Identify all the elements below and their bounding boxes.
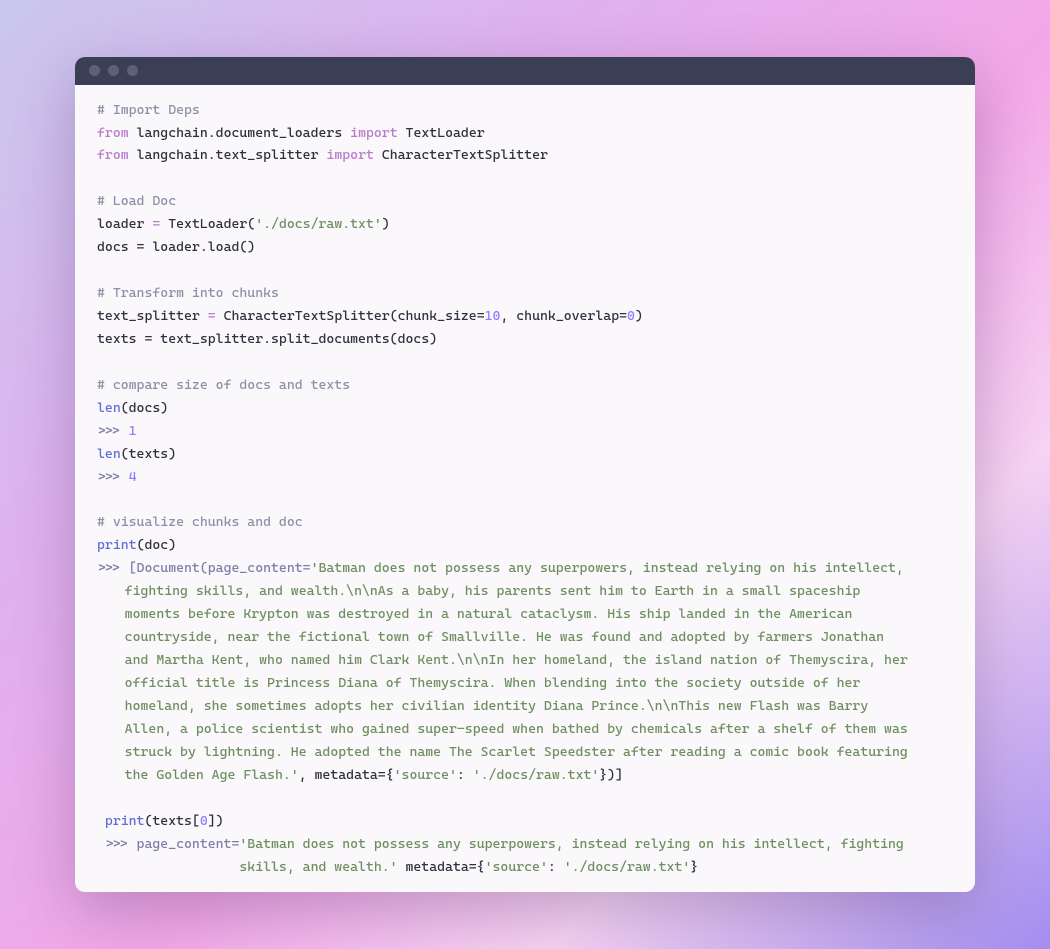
- output-string: Allen, a police scientist who gained sup…: [97, 718, 953, 741]
- number-literal: 10: [485, 308, 501, 324]
- window-dot-icon: [108, 65, 119, 76]
- repl-prompt: >>>: [97, 423, 129, 439]
- comment: # Import Deps: [97, 102, 200, 118]
- output-string: official title is Princess Diana of Them…: [97, 672, 953, 695]
- code-text: (docs): [121, 400, 168, 416]
- output-string: countryside, near the fictional town of …: [97, 626, 953, 649]
- code-text: text_splitter: [97, 308, 208, 324]
- output-string: and Martha Kent, who named him Clark Ken…: [97, 649, 953, 672]
- output-text: :: [457, 767, 473, 783]
- output-string: 'Batman does not possess any superpowers…: [311, 560, 912, 576]
- code-block: # Import Deps from langchain.document_lo…: [75, 85, 975, 893]
- repl-prompt: >>> [Document(page_content=: [97, 560, 311, 576]
- operator: =: [208, 308, 216, 324]
- identifier: CharacterTextSplitter: [382, 147, 548, 163]
- output-string: homeland, she sometimes adopts her civil…: [97, 695, 953, 718]
- output-text: metadata={: [398, 859, 485, 875]
- code-text: ): [635, 308, 643, 324]
- output-text: }: [690, 859, 698, 875]
- comment: # Load Doc: [97, 193, 176, 209]
- window-dot-icon: [127, 65, 138, 76]
- number-literal: 0: [200, 813, 208, 829]
- output-string: skills, and wealth.': [239, 859, 397, 875]
- window-dot-icon: [89, 65, 100, 76]
- code-text: texts = text_splitter.split_documents(do…: [97, 331, 437, 347]
- code-text: (texts): [121, 446, 176, 462]
- code-text: TextLoader(: [160, 216, 255, 232]
- code-text: docs = loader.load(): [97, 239, 255, 255]
- output-number: 1: [129, 423, 137, 439]
- comment: # compare size of docs and texts: [97, 377, 350, 393]
- module-path: langchain.text_splitter: [137, 147, 319, 163]
- number-literal: 0: [627, 308, 635, 324]
- identifier: TextLoader: [406, 125, 485, 141]
- output-string: the Golden Age Flash.': [125, 767, 299, 783]
- code-text: (doc): [137, 537, 177, 553]
- output-string: struck by lightning. He adopted the name…: [97, 741, 953, 764]
- builtin-print: print: [105, 813, 145, 829]
- string-literal: './docs/raw.txt': [255, 216, 382, 232]
- output-text: , metadata={: [299, 767, 394, 783]
- output-string: 'Batman does not possess any superpowers…: [239, 836, 911, 852]
- repl-prompt: >>> page_content=: [105, 836, 239, 852]
- keyword-import: import: [350, 125, 397, 141]
- keyword-import: import: [326, 147, 373, 163]
- code-window: # Import Deps from langchain.document_lo…: [75, 57, 975, 893]
- code-text: , chunk_overlap=: [500, 308, 627, 324]
- code-text: (texts[: [144, 813, 199, 829]
- output-string: 'source': [485, 859, 548, 875]
- output-string: './docs/raw.txt': [564, 859, 691, 875]
- output-string: 'source': [394, 767, 457, 783]
- builtin-print: print: [97, 537, 137, 553]
- code-text: ): [382, 216, 390, 232]
- output-string: './docs/raw.txt': [473, 767, 600, 783]
- output-string: fighting skills, and wealth.\n\nAs a bab…: [97, 580, 953, 603]
- code-text: loader: [97, 216, 152, 232]
- repl-prompt: >>>: [97, 469, 129, 485]
- titlebar: [75, 57, 975, 85]
- builtin-len: len: [97, 400, 121, 416]
- output-string: moments before Krypton was destroyed in …: [97, 603, 953, 626]
- keyword-from: from: [97, 147, 129, 163]
- code-text: ]): [208, 813, 224, 829]
- output-number: 4: [129, 469, 137, 485]
- output-text: :: [548, 859, 564, 875]
- builtin-len: len: [97, 446, 121, 462]
- module-path: langchain.document_loaders: [137, 125, 343, 141]
- comment: # visualize chunks and doc: [97, 514, 303, 530]
- keyword-from: from: [97, 125, 129, 141]
- output-text: })]: [599, 767, 623, 783]
- comment: # Transform into chunks: [97, 285, 279, 301]
- code-text: CharacterTextSplitter(chunk_size=: [216, 308, 485, 324]
